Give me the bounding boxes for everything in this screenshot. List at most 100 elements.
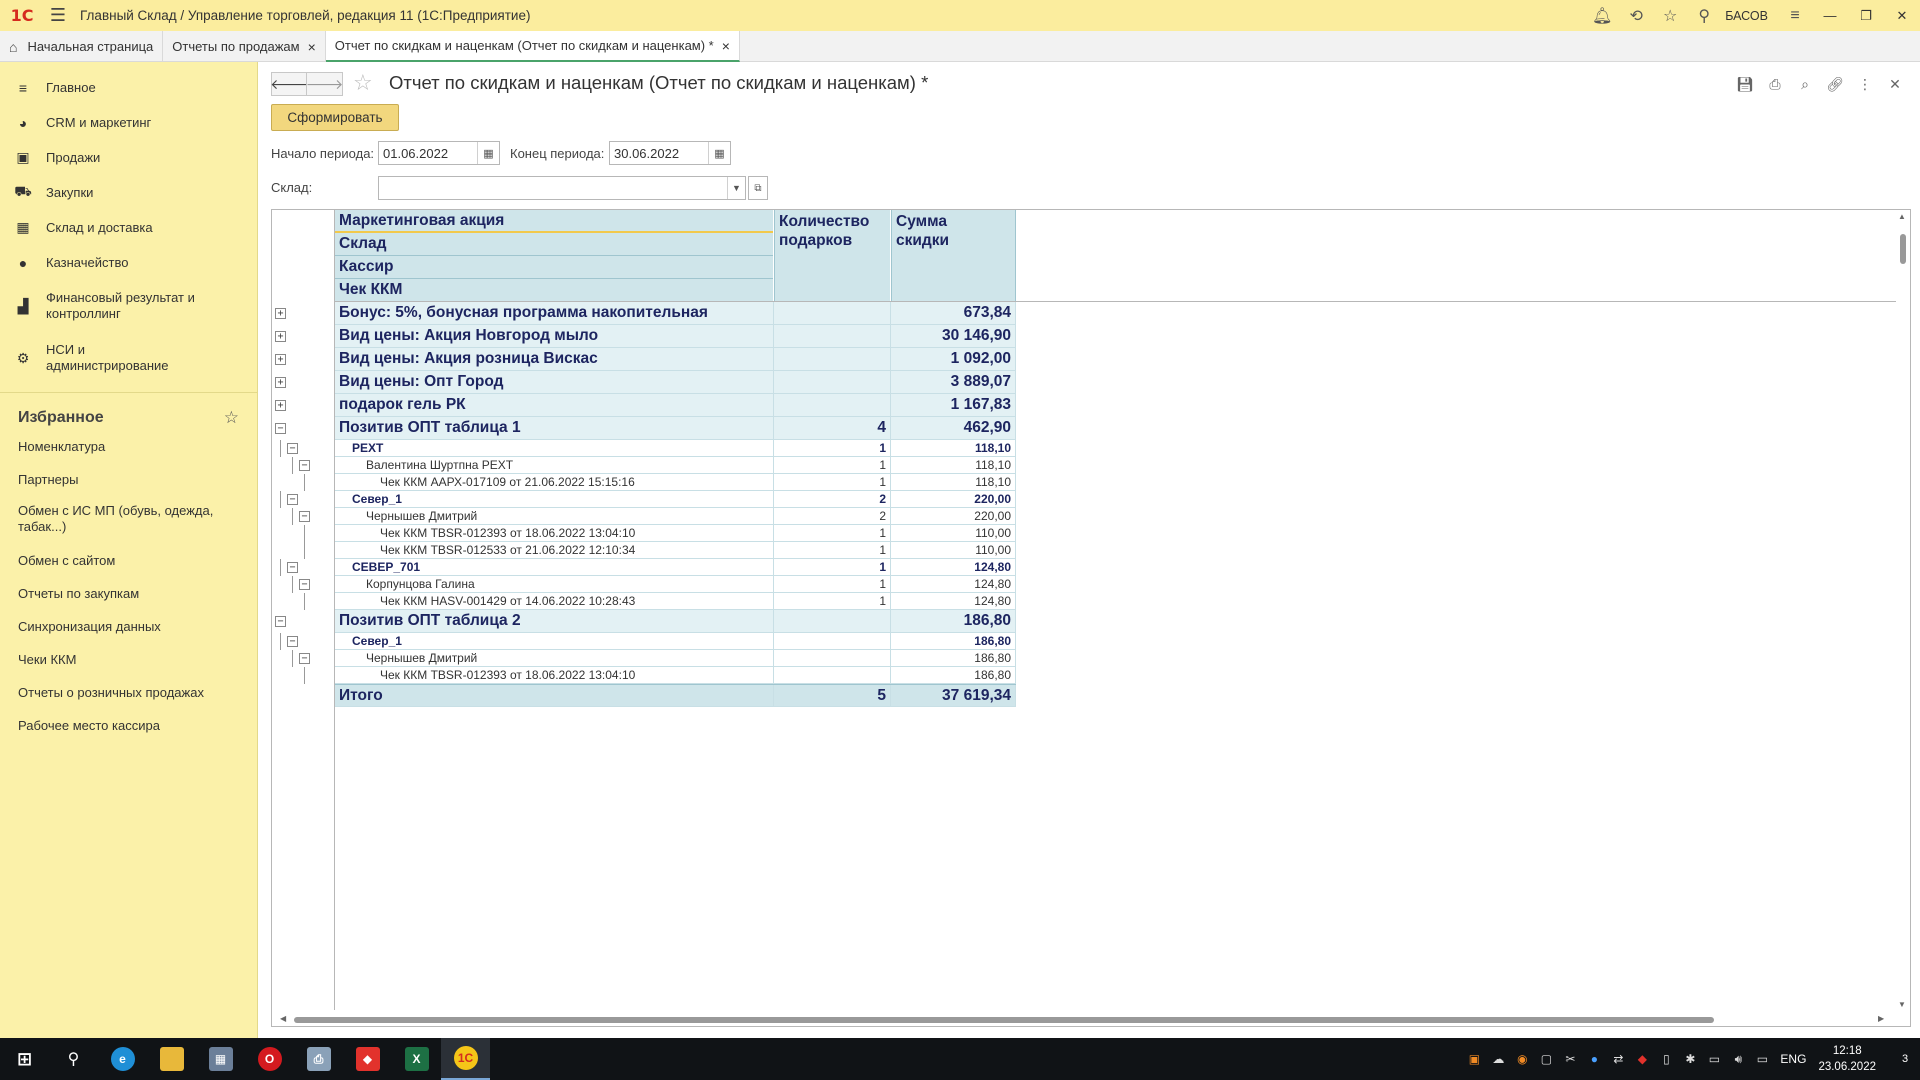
sidebar-item-purchases[interactable]: ⛟ Закупки bbox=[0, 175, 257, 210]
report-detail-row[interactable]: Чек ККМ TBSR-012533 от 21.06.2022 12:10:… bbox=[335, 542, 1016, 559]
collapse-icon[interactable]: − bbox=[299, 460, 310, 471]
open-icon[interactable]: ⧉ bbox=[748, 176, 768, 200]
collapse-icon[interactable]: − bbox=[299, 511, 310, 522]
save-icon[interactable]: 💾︎ bbox=[1730, 72, 1760, 96]
chevron-down-icon[interactable]: ▼ bbox=[727, 177, 745, 199]
collapse-icon[interactable]: − bbox=[275, 616, 286, 627]
report-total-row[interactable]: Итого 5 37 619,34 bbox=[335, 684, 1016, 707]
favorite-item[interactable]: Синхронизация данных bbox=[0, 617, 257, 650]
period-start-field[interactable]: 01.06.2022 ▦ bbox=[378, 141, 500, 165]
settings-menu-icon[interactable]: ≡ bbox=[1778, 0, 1812, 31]
print-icon[interactable]: ⎙ bbox=[1760, 72, 1790, 96]
language-indicator[interactable]: ENG bbox=[1780, 1052, 1806, 1066]
preview-icon[interactable]: ⌕ bbox=[1790, 72, 1820, 96]
vertical-scrollbar[interactable]: ▲ ▼ bbox=[1898, 212, 1908, 1014]
tray-app-icon[interactable]: ⇄ bbox=[1606, 1052, 1630, 1066]
generate-button[interactable]: Сформировать bbox=[271, 104, 399, 131]
favorite-item[interactable]: Партнеры bbox=[0, 470, 257, 503]
restore-button[interactable]: ❐ bbox=[1848, 0, 1884, 31]
scroll-left-icon[interactable]: ◀ bbox=[280, 1014, 286, 1023]
link-icon[interactable]: 🔗︎ bbox=[1820, 72, 1850, 96]
taskbar-excel[interactable]: X bbox=[392, 1038, 441, 1080]
report-group-row[interactable]: Позитив ОПТ таблица 1 4 462,90 bbox=[335, 417, 1016, 440]
taskbar-search[interactable]: ⚲ bbox=[49, 1038, 98, 1080]
close-window-button[interactable]: ✕ bbox=[1884, 0, 1920, 31]
sklad-value[interactable] bbox=[379, 177, 727, 199]
close-tab-icon[interactable]: × bbox=[308, 39, 316, 55]
sidebar-item-main[interactable]: ≡ Главное bbox=[0, 70, 257, 105]
scroll-right-icon[interactable]: ▶ bbox=[1878, 1014, 1884, 1023]
tab-sales-reports[interactable]: Отчеты по продажам × bbox=[163, 31, 326, 62]
calendar-icon[interactable]: ▦ bbox=[477, 142, 499, 164]
tray-app-icon[interactable]: ● bbox=[1582, 1052, 1606, 1066]
network-icon[interactable]: ▭ bbox=[1702, 1052, 1726, 1066]
report-detail-row[interactable]: Чек ККМ HASV-001429 от 14.06.2022 10:28:… bbox=[335, 593, 1016, 610]
display-icon[interactable]: ▭ bbox=[1750, 1052, 1774, 1066]
app-logo[interactable]: 1С bbox=[0, 0, 44, 31]
close-form-icon[interactable]: ✕ bbox=[1880, 72, 1910, 96]
favorite-item[interactable]: Номенклатура bbox=[0, 437, 257, 470]
favorite-item[interactable]: Обмен с сайтом bbox=[0, 551, 257, 584]
report-subgroup-row[interactable]: Корпунцова Галина 1 124,80 bbox=[335, 576, 1016, 593]
report-group-row[interactable]: Вид цены: Акция розница Вискас 1 092,00 bbox=[335, 348, 1016, 371]
collapse-icon[interactable]: − bbox=[287, 494, 298, 505]
report-detail-row[interactable]: Чек ККМ TBSR-012393 от 18.06.2022 13:04:… bbox=[335, 667, 1016, 684]
taskbar-edge[interactable]: e bbox=[98, 1038, 147, 1080]
favorite-item[interactable]: Обмен с ИС МП (обувь, одежда, табак...) bbox=[0, 503, 220, 551]
collapse-icon[interactable]: − bbox=[275, 423, 286, 434]
history-icon[interactable]: ⟲ bbox=[1619, 0, 1653, 31]
more-icon[interactable]: ⋮ bbox=[1850, 72, 1880, 96]
sidebar-item-admin[interactable]: ⚙ НСИ и администрирование bbox=[0, 332, 257, 384]
report-subgroup-row[interactable]: Север_1 2 220,00 bbox=[335, 491, 1016, 508]
report-group-row[interactable]: Вид цены: Акция Новгород мыло 30 146,90 bbox=[335, 325, 1016, 348]
tray-app-icon[interactable]: ◆ bbox=[1630, 1052, 1654, 1066]
scroll-thumb[interactable] bbox=[294, 1017, 1714, 1023]
user-name[interactable]: БАСОВ bbox=[1725, 9, 1768, 23]
report-group-row[interactable]: Позитив ОПТ таблица 2 186,80 bbox=[335, 610, 1016, 633]
favorite-item[interactable]: Отчеты по закупкам bbox=[0, 584, 257, 617]
usb-icon[interactable]: ▯ bbox=[1654, 1052, 1678, 1066]
clock[interactable]: 12:18 23.06.2022 bbox=[1818, 1043, 1876, 1075]
favorites-star-icon[interactable]: ☆ bbox=[1653, 0, 1687, 31]
report-subgroup-row[interactable]: Чернышев Дмитрий 186,80 bbox=[335, 650, 1016, 667]
search-icon[interactable]: ⚲ bbox=[1687, 0, 1721, 31]
expand-icon[interactable]: + bbox=[275, 377, 286, 388]
expand-icon[interactable]: + bbox=[275, 308, 286, 319]
period-start-value[interactable]: 01.06.2022 bbox=[379, 142, 477, 164]
tray-app-icon[interactable]: ◉ bbox=[1510, 1052, 1534, 1066]
forward-button[interactable]: 🡒 bbox=[306, 72, 343, 96]
collapse-icon[interactable]: − bbox=[287, 443, 298, 454]
taskbar-opera[interactable]: O bbox=[245, 1038, 294, 1080]
collapse-icon[interactable]: − bbox=[299, 579, 310, 590]
scroll-thumb[interactable] bbox=[1900, 234, 1906, 264]
sidebar-item-warehouse[interactable]: ▦ Склад и доставка bbox=[0, 210, 257, 245]
sidebar-item-crm[interactable]: ◕ CRM и маркетинг bbox=[0, 105, 257, 140]
cloud-icon[interactable]: ☁ bbox=[1486, 1052, 1510, 1066]
taskbar-anydesk[interactable]: ◆ bbox=[343, 1038, 392, 1080]
sklad-field[interactable]: ▼ bbox=[378, 176, 746, 200]
scroll-up-icon[interactable]: ▲ bbox=[1898, 212, 1906, 221]
calendar-icon[interactable]: ▦ bbox=[708, 142, 730, 164]
report-sheet[interactable]: Маркетинговая акция Склад Кассир Чек ККМ… bbox=[271, 209, 1911, 1027]
report-subgroup-row[interactable]: Север_1 186,80 bbox=[335, 633, 1016, 650]
expand-icon[interactable]: + bbox=[275, 354, 286, 365]
tray-app-icon[interactable]: ✂ bbox=[1558, 1052, 1582, 1066]
expand-icon[interactable]: + bbox=[275, 331, 286, 342]
taskbar-explorer[interactable] bbox=[147, 1038, 196, 1080]
bluetooth-icon[interactable]: ✱ bbox=[1678, 1052, 1702, 1066]
report-group-row[interactable]: подарок гель РК 1 167,83 bbox=[335, 394, 1016, 417]
add-favorite-star-icon[interactable]: ☆ bbox=[353, 70, 373, 96]
expand-icon[interactable]: + bbox=[275, 400, 286, 411]
minimize-button[interactable]: — bbox=[1812, 0, 1848, 31]
report-subgroup-row[interactable]: СЕВЕР_701 1 124,80 bbox=[335, 559, 1016, 576]
start-button[interactable]: ⊞ bbox=[0, 1038, 49, 1080]
period-end-field[interactable]: 30.06.2022 ▦ bbox=[609, 141, 731, 165]
report-detail-row[interactable]: Чек ККМ ААРХ-017109 от 21.06.2022 15:15:… bbox=[335, 474, 1016, 491]
report-group-row[interactable]: Вид цены: Опт Город 3 889,07 bbox=[335, 371, 1016, 394]
back-button[interactable]: 🡐 bbox=[270, 72, 308, 96]
sidebar-item-finance[interactable]: ▟ Финансовый результат и контроллинг bbox=[0, 280, 257, 332]
scroll-down-icon[interactable]: ▼ bbox=[1898, 1000, 1906, 1009]
collapse-icon[interactable]: − bbox=[287, 562, 298, 573]
tab-home[interactable]: ⌂ Начальная страница bbox=[0, 31, 164, 62]
favorite-item[interactable]: Отчеты о розничных продажах bbox=[0, 683, 257, 716]
